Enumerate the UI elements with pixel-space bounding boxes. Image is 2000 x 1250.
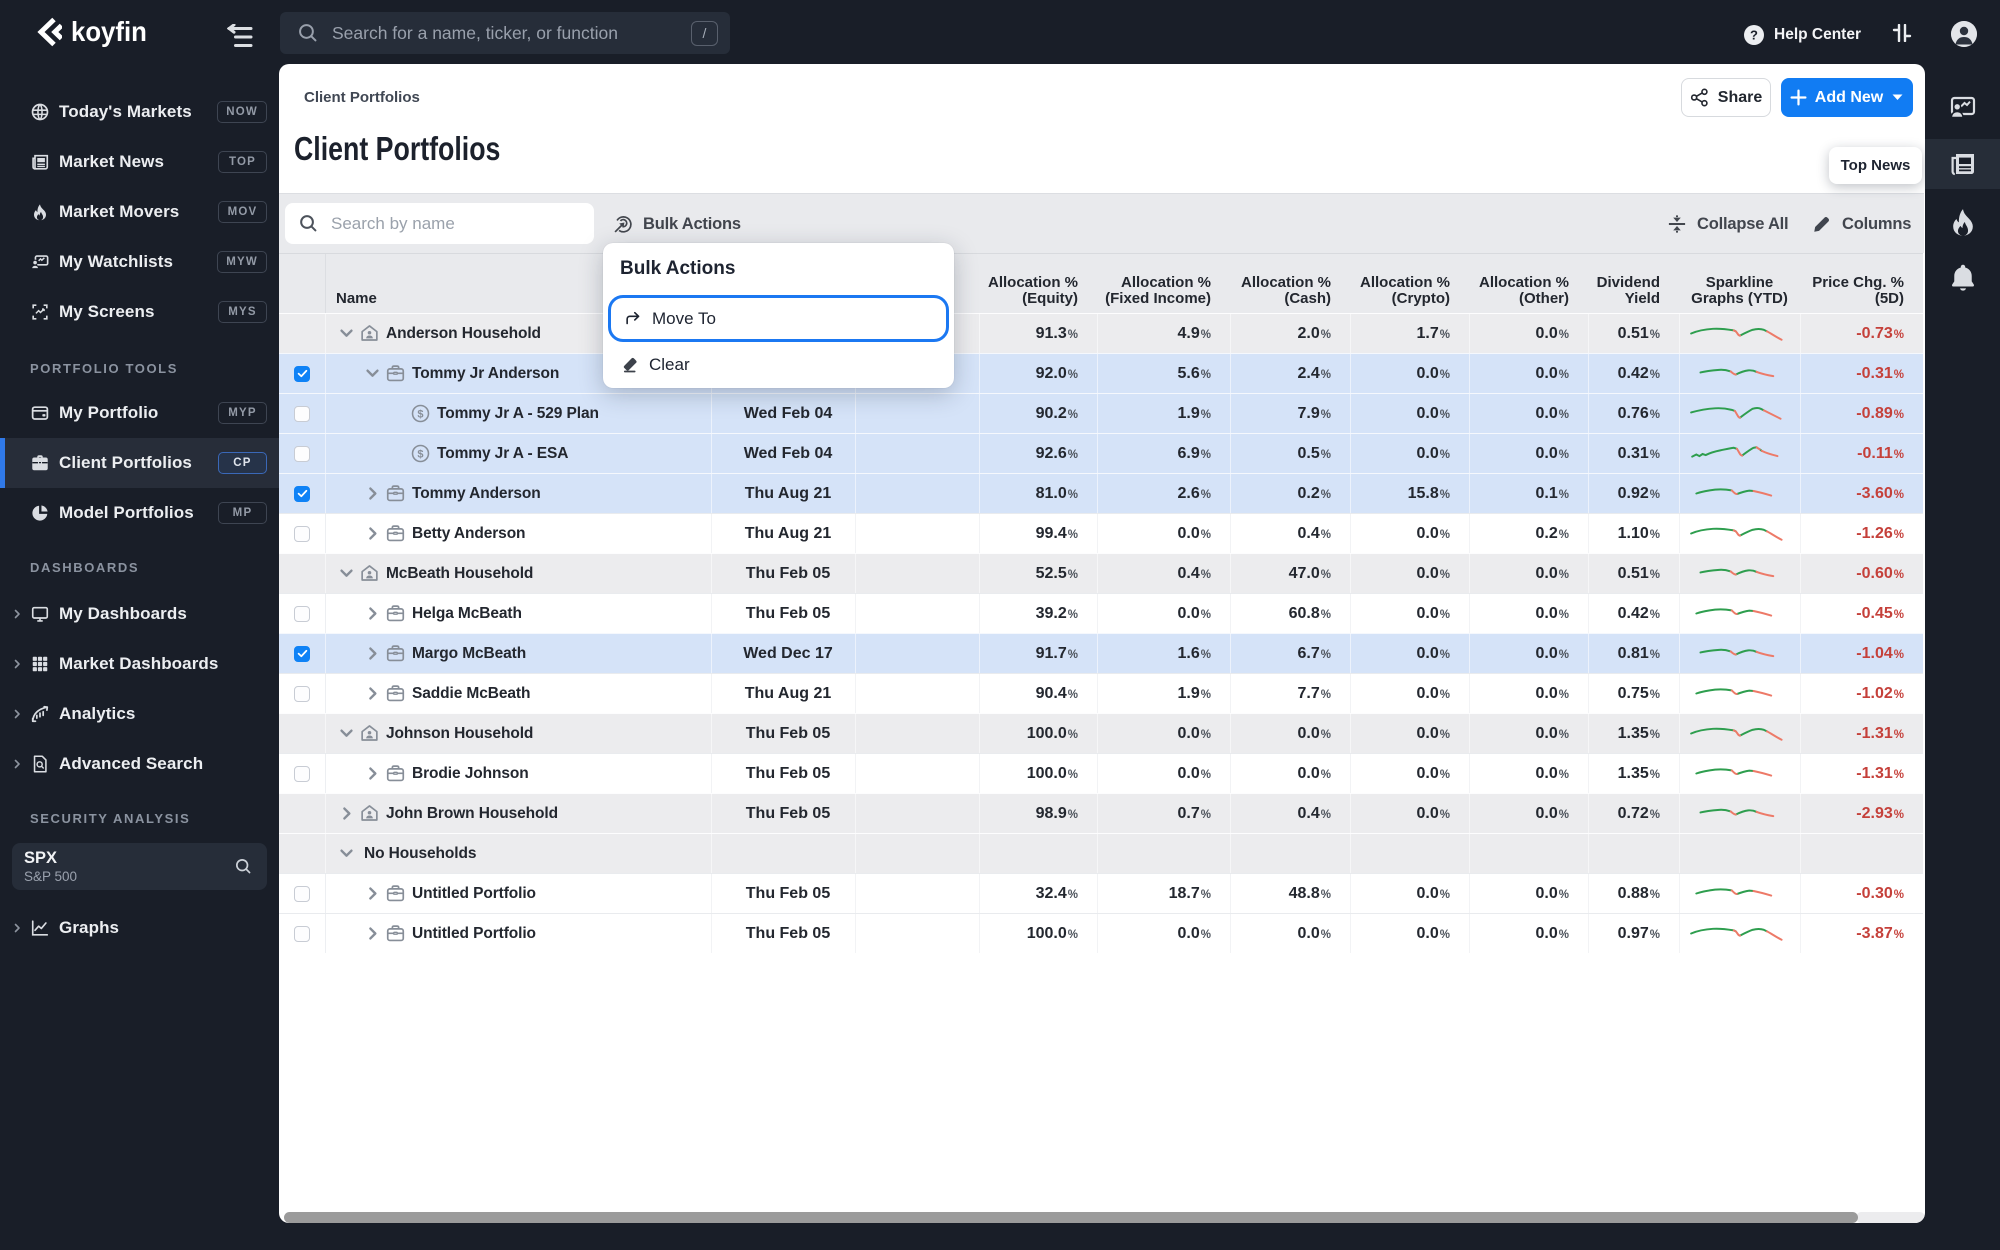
svg-text:$: $ (417, 408, 423, 420)
svg-text:$: $ (417, 448, 423, 460)
svg-text:?: ? (1750, 28, 1758, 43)
